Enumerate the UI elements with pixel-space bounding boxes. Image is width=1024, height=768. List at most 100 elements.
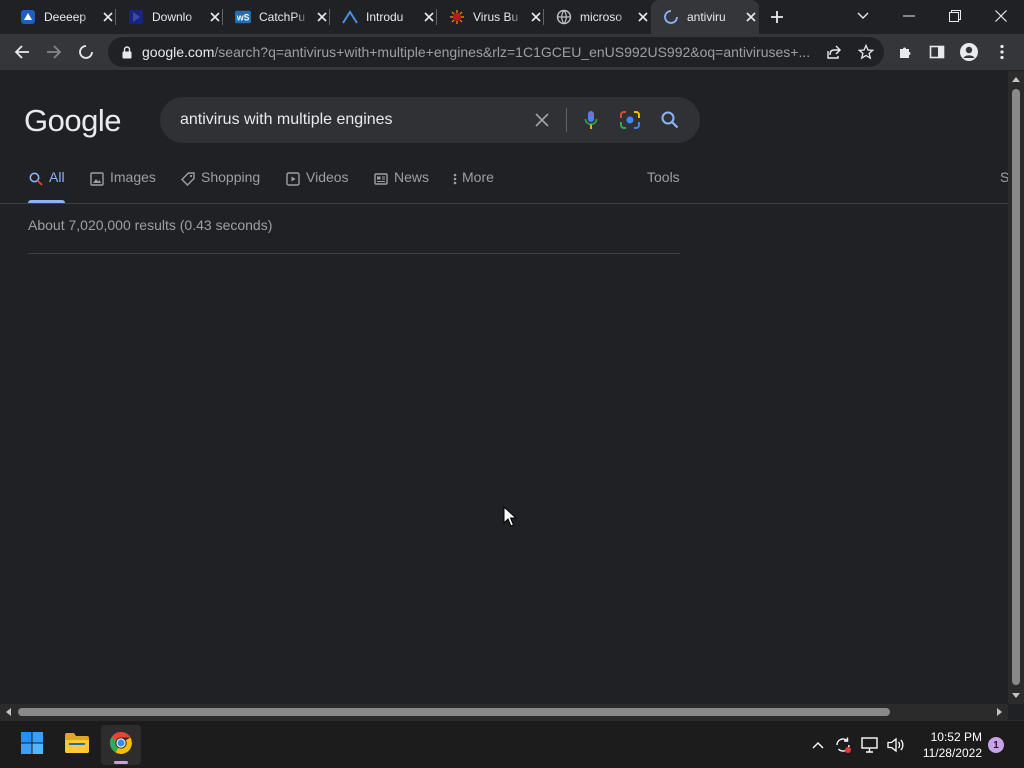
restore-window-icon[interactable] [932, 0, 978, 32]
tag-icon [180, 171, 196, 187]
tab-search-chevron-down-icon[interactable] [840, 0, 886, 32]
search-nav-tabs: All Images Shopping Videos News More Too… [0, 169, 1008, 203]
close-tab-icon[interactable] [635, 9, 651, 25]
download-favicon-icon [128, 9, 144, 25]
horizontal-scrollbar[interactable] [0, 704, 1008, 720]
deeeep-favicon-icon [20, 9, 36, 25]
running-indicator [114, 761, 128, 764]
notification-badge[interactable]: 1 [988, 737, 1004, 753]
lock-icon[interactable] [120, 45, 134, 59]
news-icon [373, 171, 389, 187]
tab-title: CatchPu [259, 10, 306, 24]
minimize-window-icon[interactable] [886, 0, 932, 32]
tab-videos-label: Videos [306, 169, 349, 185]
voice-search-mic-icon[interactable] [579, 108, 603, 132]
sync-status-icon[interactable] [833, 735, 853, 755]
scroll-right-arrow-icon[interactable] [992, 704, 1008, 720]
tools-button[interactable]: Tools [647, 169, 680, 203]
browser-tab[interactable]: microso [544, 0, 651, 34]
start-button[interactable] [12, 725, 52, 765]
tab-news[interactable]: News [373, 169, 429, 203]
close-window-icon[interactable] [978, 0, 1024, 32]
browser-tab[interactable]: Virus Bu [437, 0, 544, 34]
new-tab-plus-icon[interactable] [766, 6, 788, 28]
stop-loading-icon[interactable] [71, 37, 101, 67]
search-box-divider [566, 108, 567, 132]
tab-more[interactable]: More [451, 169, 494, 203]
file-explorer-taskbar-button[interactable] [57, 725, 97, 765]
close-tab-icon[interactable] [528, 9, 544, 25]
url-host: google.com [142, 44, 215, 60]
search-results-page: Google All Images [0, 71, 1008, 704]
triangle-favicon-icon [342, 9, 358, 25]
search-input[interactable] [180, 109, 520, 131]
clock-time: 10:52 PM [930, 730, 982, 744]
extensions-puzzle-icon[interactable] [891, 37, 921, 67]
tab-all-label: All [49, 169, 65, 185]
loading-spinner-icon [663, 9, 679, 25]
side-panel-icon[interactable] [922, 37, 952, 67]
svg-text:wS: wS [236, 13, 250, 23]
tab-images[interactable]: Images [89, 169, 156, 203]
tab-images-label: Images [110, 169, 156, 185]
profile-avatar-icon[interactable] [954, 37, 984, 67]
video-icon [285, 171, 301, 187]
safesearch-cutoff-label[interactable]: S [1000, 169, 1008, 203]
taskbar-clock[interactable]: 10:52 PM 11/28/2022 [912, 729, 982, 761]
close-tab-icon[interactable] [743, 9, 759, 25]
search-magnifier-icon[interactable] [658, 108, 682, 132]
scroll-up-arrow-icon[interactable] [1008, 71, 1024, 87]
google-logo[interactable]: Google [24, 103, 121, 139]
tab-more-label: More [462, 169, 494, 185]
scroll-down-arrow-icon[interactable] [1008, 688, 1024, 704]
tab-title: microso [580, 10, 623, 24]
browser-tab[interactable]: Deeeep [8, 0, 116, 34]
volume-speaker-icon[interactable] [886, 735, 906, 755]
network-display-icon[interactable] [860, 735, 880, 755]
mouse-pointer-icon [503, 506, 517, 527]
browser-tab[interactable]: Downlo [116, 0, 223, 34]
tab-shopping[interactable]: Shopping [180, 169, 260, 203]
browser-tab[interactable]: wS CatchPu [223, 0, 330, 34]
search-box[interactable] [160, 97, 700, 143]
windows-logo-icon [20, 731, 44, 760]
folder-icon [64, 732, 90, 759]
browser-toolbar: google.com/search?q=antivirus+with+multi… [0, 34, 1024, 71]
vertical-scroll-thumb[interactable] [1012, 89, 1020, 685]
address-bar[interactable]: google.com/search?q=antivirus+with+multi… [108, 37, 884, 67]
globe-favicon-icon [556, 9, 572, 25]
close-tab-icon[interactable] [207, 9, 223, 25]
more-vert-icon [451, 171, 459, 187]
tab-title: Virus Bu [473, 10, 519, 24]
browser-tab-active[interactable]: antiviru [651, 0, 759, 34]
show-hidden-icons-chevron-up-icon[interactable] [808, 735, 828, 755]
close-tab-icon[interactable] [100, 9, 116, 25]
close-tab-icon[interactable] [314, 9, 330, 25]
windows-taskbar: 10:52 PM 11/28/2022 1 [0, 720, 1024, 768]
browser-tab[interactable]: Introdu [330, 0, 437, 34]
horizontal-scroll-thumb[interactable] [18, 708, 890, 716]
back-arrow-icon[interactable] [7, 37, 37, 67]
tab-videos[interactable]: Videos [285, 169, 349, 203]
tab-title: Introdu [366, 10, 404, 24]
clear-search-x-icon[interactable] [530, 108, 554, 132]
nav-divider [0, 203, 1008, 204]
close-tab-icon[interactable] [421, 9, 437, 25]
chrome-taskbar-button[interactable] [101, 725, 141, 765]
image-icon [89, 171, 105, 187]
lens-camera-icon[interactable] [618, 108, 642, 132]
share-icon[interactable] [826, 44, 842, 60]
url-path: /search?q=antivirus+with+multiple+engine… [214, 44, 811, 60]
address-url[interactable]: google.com/search?q=antivirus+with+multi… [142, 44, 812, 60]
vertical-scrollbar[interactable] [1008, 71, 1024, 704]
scroll-left-arrow-icon[interactable] [0, 704, 16, 720]
forward-arrow-icon[interactable] [39, 37, 69, 67]
bookmark-star-icon[interactable] [858, 44, 874, 60]
wordpress-favicon-icon: wS [235, 9, 251, 25]
virus-favicon-icon [449, 9, 465, 25]
tab-all[interactable]: All [28, 169, 65, 203]
tab-news-label: News [394, 169, 430, 185]
kebab-menu-icon[interactable] [987, 37, 1017, 67]
tab-shopping-label: Shopping [201, 169, 261, 185]
result-stats: About 7,020,000 results (0.43 seconds) [28, 217, 273, 233]
